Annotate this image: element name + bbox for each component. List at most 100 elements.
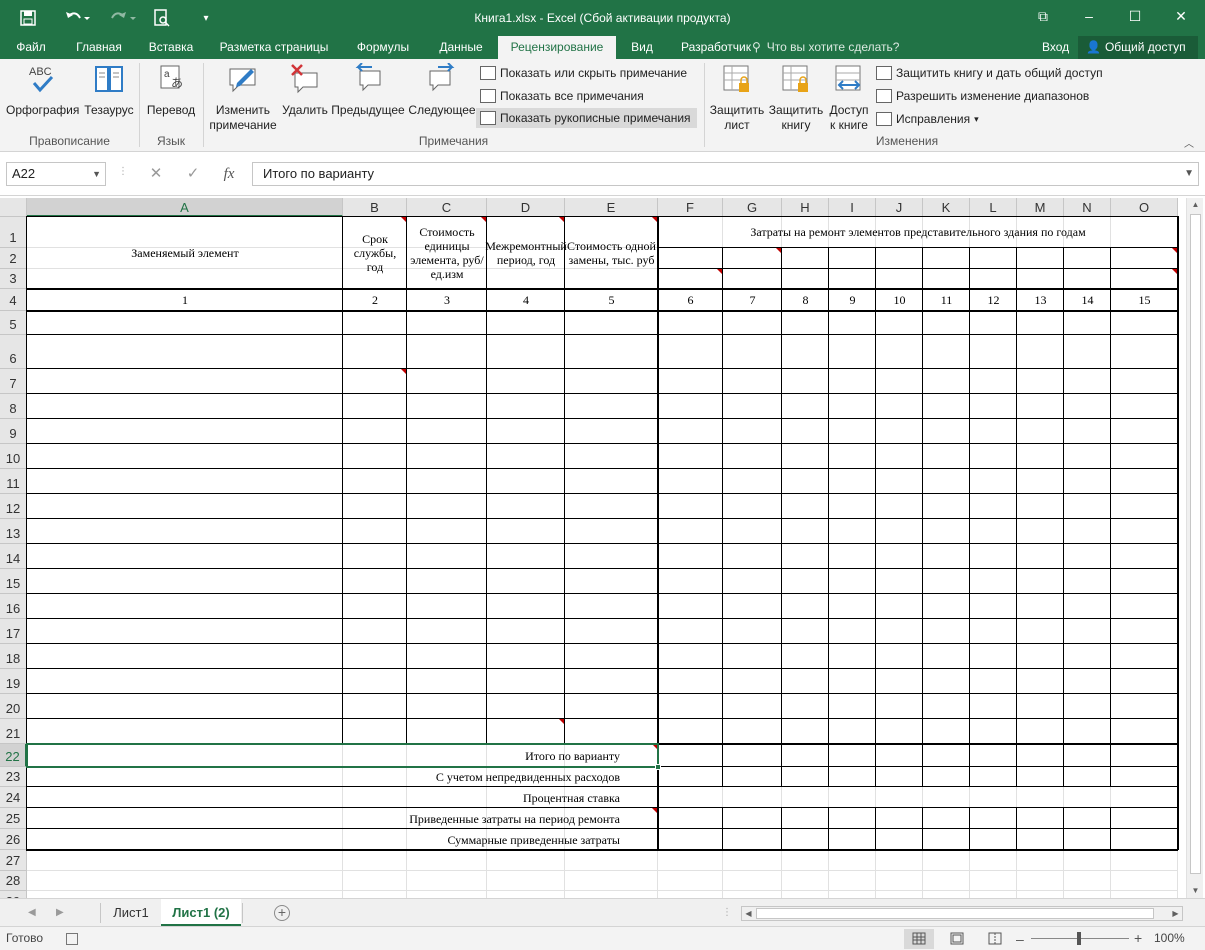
column-header-D[interactable]: D [487, 198, 565, 217]
comment-indicator[interactable] [401, 217, 406, 222]
column-header-B[interactable]: B [343, 198, 407, 217]
row-header-14[interactable]: 14 [0, 544, 27, 569]
row-header-13[interactable]: 13 [0, 519, 27, 544]
row-header-11[interactable]: 11 [0, 469, 27, 494]
comment-indicator[interactable] [559, 217, 564, 222]
zoom-in-icon[interactable]: + [1134, 930, 1142, 946]
column-header-K[interactable]: K [923, 198, 970, 217]
chevron-down-icon[interactable]: ▼ [92, 163, 101, 185]
scroll-up-icon[interactable]: ▲ [1187, 198, 1204, 212]
print-preview-icon[interactable] [150, 0, 174, 36]
sheet-tab-1[interactable]: Лист1 [102, 899, 160, 926]
next-comment-button[interactable]: Следующее [406, 62, 478, 118]
comment-indicator[interactable] [652, 808, 657, 813]
show-hide-comment-button[interactable]: Показать или скрыть примечание [480, 63, 687, 83]
comment-indicator[interactable] [481, 217, 486, 222]
tab-1[interactable]: Главная [62, 36, 136, 59]
translate-button[interactable]: aあ Перевод [143, 63, 199, 118]
vertical-scrollbar[interactable]: ▲ ▼ [1186, 198, 1203, 898]
tab-5[interactable]: Данные [424, 36, 498, 59]
zoom-out-icon[interactable]: – [1016, 931, 1024, 947]
row-header-9[interactable]: 9 [0, 419, 27, 444]
worksheet-grid[interactable]: A B C D E F G H I J K L M N O 1 2 3 4 5 6 7 8 9 10 11 12 13 14 15 16 17… [0, 196, 1205, 898]
scroll-thumb[interactable] [756, 908, 1154, 919]
comment-indicator[interactable] [401, 369, 406, 374]
collapse-ribbon-icon[interactable]: ︿ [1184, 135, 1194, 150]
column-header-E[interactable]: E [565, 198, 658, 217]
scroll-right-icon[interactable]: ▶ [1169, 907, 1182, 920]
scroll-left-icon[interactable]: ◀ [742, 907, 755, 920]
column-header-C[interactable]: C [407, 198, 487, 217]
row-header-4[interactable]: 4 [0, 289, 27, 311]
row-header-20[interactable]: 20 [0, 694, 27, 719]
row-header-23[interactable]: 23 [0, 767, 27, 787]
row-header-24[interactable]: 24 [0, 787, 27, 808]
prev-sheet-icon[interactable]: ◀ [28, 899, 36, 927]
thesaurus-button[interactable]: Тезаурус [82, 63, 136, 118]
select-all-corner[interactable] [0, 198, 27, 217]
column-header-M[interactable]: M [1017, 198, 1064, 217]
horizontal-scrollbar[interactable]: ◀ ▶ [741, 906, 1183, 921]
undo-icon[interactable] [58, 0, 96, 36]
cancel-icon[interactable]: ✕ [144, 162, 168, 186]
splitter-icon[interactable]: ⋮ [722, 907, 732, 918]
row-header-22[interactable]: 22 [0, 744, 27, 767]
tab-0[interactable]: Файл [0, 36, 62, 59]
tab-6[interactable]: Рецензирование [498, 36, 616, 59]
add-sheet-icon[interactable]: + [274, 905, 290, 921]
zoom-slider-thumb[interactable] [1077, 932, 1081, 945]
name-box[interactable]: A22 ▼ [6, 162, 106, 186]
comment-indicator[interactable] [776, 248, 781, 253]
minimize-button[interactable]: – [1066, 0, 1112, 32]
row-header-21[interactable]: 21 [0, 719, 27, 744]
row-header-28[interactable]: 28 [0, 871, 27, 891]
page-layout-icon[interactable] [942, 929, 972, 949]
row-header-10[interactable]: 10 [0, 444, 27, 469]
column-header-L[interactable]: L [970, 198, 1017, 217]
enter-icon[interactable]: ✓ [181, 162, 205, 186]
fill-handle[interactable] [655, 764, 661, 770]
page-break-icon[interactable] [980, 929, 1010, 949]
row-header-6[interactable]: 6 [0, 335, 27, 369]
show-all-comments-button[interactable]: Показать все примечания [480, 86, 644, 106]
ribbon-display-icon[interactable]: ⧉ [1020, 0, 1066, 32]
expand-formula-icon[interactable]: ▼ [1184, 163, 1194, 185]
column-header-H[interactable]: H [782, 198, 829, 217]
comment-indicator[interactable] [717, 269, 722, 274]
selected-cell-range[interactable] [26, 743, 659, 768]
close-button[interactable]: ✕ [1158, 0, 1204, 32]
row-header-19[interactable]: 19 [0, 669, 27, 694]
maximize-button[interactable]: ☐ [1112, 0, 1158, 32]
comment-indicator[interactable] [559, 719, 564, 724]
row-header-1[interactable]: 1 [0, 217, 27, 248]
share-book-button[interactable]: Доступ к книге [826, 63, 872, 133]
comment-indicator[interactable] [1172, 248, 1177, 253]
comment-indicator[interactable] [652, 217, 657, 222]
save-icon[interactable] [14, 0, 42, 36]
column-header-O[interactable]: O [1111, 198, 1178, 217]
comment-indicator[interactable] [1172, 269, 1177, 274]
column-header-A[interactable]: A [27, 198, 343, 217]
column-header-N[interactable]: N [1064, 198, 1111, 217]
row-header-17[interactable]: 17 [0, 619, 27, 644]
show-ink-button[interactable]: Показать рукописные примечания [476, 108, 697, 128]
row-header-18[interactable]: 18 [0, 644, 27, 669]
macro-record-icon[interactable] [66, 933, 78, 945]
row-header-16[interactable]: 16 [0, 594, 27, 619]
sheet-tab-2[interactable]: Лист1 (2) [161, 899, 241, 926]
protect-book-button[interactable]: Защитить книгу [767, 63, 825, 133]
row-header-26[interactable]: 26 [0, 829, 27, 850]
zoom-level[interactable]: 100% [1154, 927, 1185, 950]
protect-sheet-button[interactable]: Защитить лист [708, 63, 766, 133]
redo-icon[interactable] [104, 0, 142, 36]
row-header-2[interactable]: 2 [0, 248, 27, 269]
share-button[interactable]: 👤 Общий доступ [1078, 36, 1198, 59]
row-header-8[interactable]: 8 [0, 394, 27, 419]
row-header-3[interactable]: 3 [0, 269, 27, 289]
column-header-I[interactable]: I [829, 198, 876, 217]
row-header-15[interactable]: 15 [0, 569, 27, 594]
row-header-25[interactable]: 25 [0, 808, 27, 829]
tab-8[interactable]: Разработчик [668, 36, 764, 59]
column-header-F[interactable]: F [658, 198, 723, 217]
column-header-G[interactable]: G [723, 198, 782, 217]
